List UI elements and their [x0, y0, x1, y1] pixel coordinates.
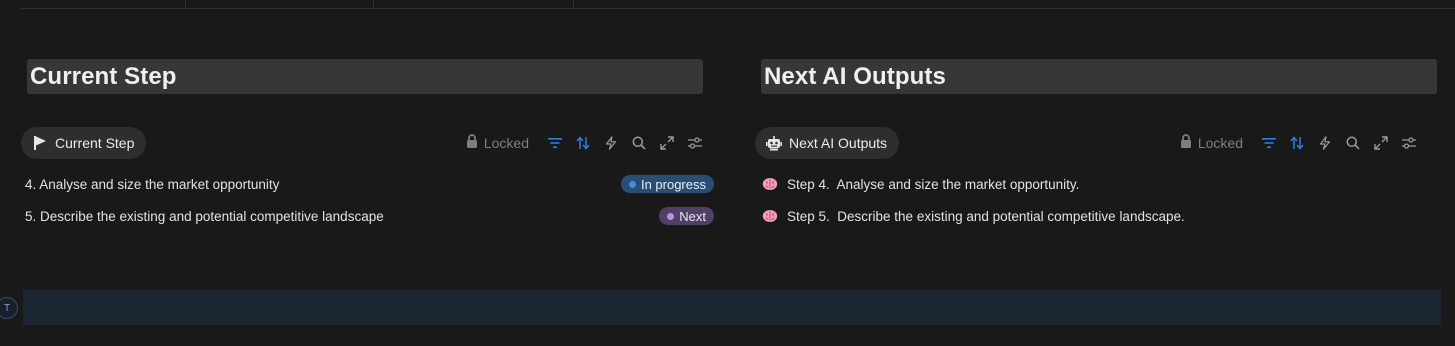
database-view-header: Current Step Locked [21, 127, 703, 159]
database-view-header: Next AI Outputs Locked [755, 127, 1437, 159]
filter-button[interactable] [541, 129, 569, 157]
status-badge: In progress [620, 175, 714, 193]
sort-icon [576, 136, 590, 150]
view-toolbar: Locked [466, 127, 709, 159]
brain-icon [762, 209, 778, 223]
list-item[interactable]: Step 5. Describe the existing and potent… [762, 206, 1185, 226]
table-column-divider [573, 0, 574, 8]
settings-button[interactable] [1395, 129, 1423, 157]
status-label: Next [679, 208, 706, 224]
current-step-heading-block[interactable]: Current Step [27, 59, 703, 94]
lock-icon [466, 134, 478, 152]
ai-output-text: Step 5. Describe the existing and potent… [787, 208, 1185, 224]
filter-icon [1262, 138, 1276, 148]
lock-label: Locked [1197, 135, 1243, 151]
sort-button[interactable] [569, 129, 597, 157]
lock-label: Locked [483, 135, 529, 151]
sort-icon [1290, 136, 1304, 150]
table-column-divider [185, 0, 186, 8]
page-heading: Current Step [30, 62, 177, 90]
status-dot-icon [628, 180, 636, 188]
locked-indicator[interactable]: Locked [466, 134, 529, 152]
list-item[interactable]: 4. Analyse and size the market opportuni… [25, 174, 279, 194]
ai-output-text: Step 4. Analyse and size the market oppo… [787, 176, 1080, 192]
search-icon [1346, 136, 1360, 150]
list-item[interactable]: Step 4. Analyse and size the market oppo… [762, 174, 1079, 194]
expand-icon [660, 136, 674, 150]
flag-icon [32, 135, 48, 151]
table-column-divider [373, 0, 374, 8]
status-badge: Next [659, 207, 714, 225]
view-tab-current-step[interactable]: Current Step [21, 127, 147, 159]
lock-icon [1180, 134, 1192, 152]
expand-button[interactable] [1367, 129, 1395, 157]
view-tab-label: Next AI Outputs [789, 135, 888, 151]
brain-icon [762, 177, 778, 191]
filter-button[interactable] [1255, 129, 1283, 157]
view-tab-label: Current Step [55, 135, 135, 151]
list-item[interactable]: 5. Describe the existing and potential c… [25, 206, 384, 226]
automations-button[interactable] [1311, 129, 1339, 157]
avatar[interactable]: T [0, 297, 18, 319]
search-icon [632, 136, 646, 150]
sliders-icon [1402, 137, 1416, 149]
status-dot-icon [667, 212, 675, 220]
status-label: In progress [640, 176, 706, 192]
settings-button[interactable] [681, 129, 709, 157]
expand-button[interactable] [653, 129, 681, 157]
page-heading: Next AI Outputs [764, 62, 946, 90]
view-tab-next-ai-outputs[interactable]: Next AI Outputs [755, 127, 900, 159]
robot-icon [766, 135, 782, 151]
list-item-title: 4. Analyse and size the market opportuni… [25, 176, 280, 192]
filter-icon [548, 138, 562, 148]
lightning-icon [605, 136, 617, 150]
comment-input-bar[interactable] [23, 290, 1441, 325]
avatar-initial: T [3, 302, 11, 314]
view-toolbar: Locked [1180, 127, 1423, 159]
lightning-icon [1319, 136, 1331, 150]
search-button[interactable] [1339, 129, 1367, 157]
sort-button[interactable] [1283, 129, 1311, 157]
expand-icon [1374, 136, 1388, 150]
locked-indicator[interactable]: Locked [1180, 134, 1243, 152]
table-top-border [21, 8, 1455, 9]
next-ai-outputs-heading-block[interactable]: Next AI Outputs [761, 59, 1437, 94]
sliders-icon [688, 137, 702, 149]
list-item-title: 5. Describe the existing and potential c… [25, 208, 384, 224]
search-button[interactable] [625, 129, 653, 157]
automations-button[interactable] [597, 129, 625, 157]
